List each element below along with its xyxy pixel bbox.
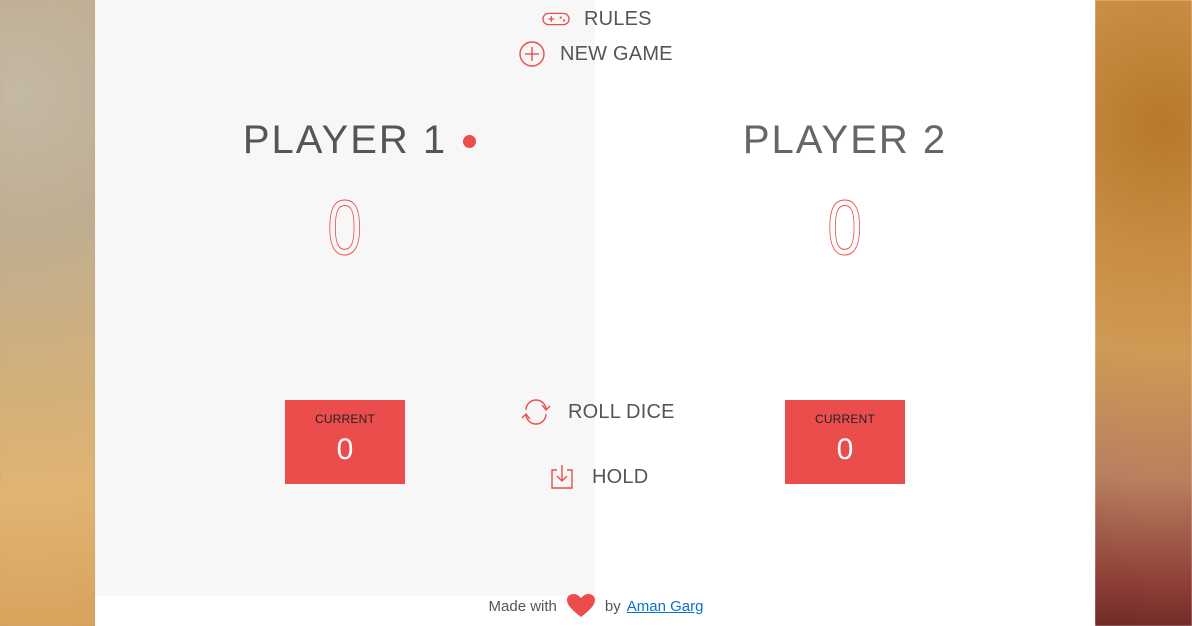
player1-score-value: 0 xyxy=(327,183,363,271)
author-link[interactable]: Aman Garg xyxy=(627,598,704,615)
rules-label: RULES xyxy=(584,7,652,30)
download-icon xyxy=(546,461,578,493)
player1-panel xyxy=(95,0,595,596)
gamepad-icon xyxy=(542,5,570,33)
player1-current-value: 0 xyxy=(336,433,354,466)
active-player-indicator xyxy=(463,135,476,148)
footer: Made with by Aman Garg xyxy=(0,592,1192,620)
player2-current-value: 0 xyxy=(836,433,854,466)
footer-credit: Made with by Aman Garg xyxy=(488,592,704,620)
player2-current-label: CURRENT xyxy=(814,412,876,426)
player2-current-box: CURRENT 0 xyxy=(785,400,905,484)
refresh-icon xyxy=(520,396,552,428)
roll-dice-label: ROLL DICE xyxy=(568,400,675,423)
player2-score-value: 0 xyxy=(827,183,863,271)
made-with-text: Made with xyxy=(488,597,557,615)
plus-circle-icon xyxy=(518,40,546,68)
player1-current-label: CURRENT xyxy=(314,412,376,426)
game-panel xyxy=(95,0,1095,626)
background-left xyxy=(0,0,95,626)
player1-name: PLAYER 1 xyxy=(242,118,448,162)
player2-panel xyxy=(595,0,1095,596)
new-game-label: NEW GAME xyxy=(560,42,673,65)
player1-score: 0 xyxy=(245,183,445,271)
rules-button[interactable]: RULES xyxy=(542,5,652,33)
hold-button[interactable]: HOLD xyxy=(546,461,648,493)
player2-score: 0 xyxy=(745,183,945,271)
new-game-button[interactable]: NEW GAME xyxy=(518,40,673,68)
player2-name: PLAYER 2 xyxy=(742,118,948,162)
player1-current-box: CURRENT 0 xyxy=(285,400,405,484)
roll-dice-button[interactable]: ROLL DICE xyxy=(520,396,675,428)
hold-label: HOLD xyxy=(592,465,649,488)
background-right xyxy=(1095,0,1192,626)
by-text: by xyxy=(604,597,621,615)
heart-icon xyxy=(565,592,597,620)
